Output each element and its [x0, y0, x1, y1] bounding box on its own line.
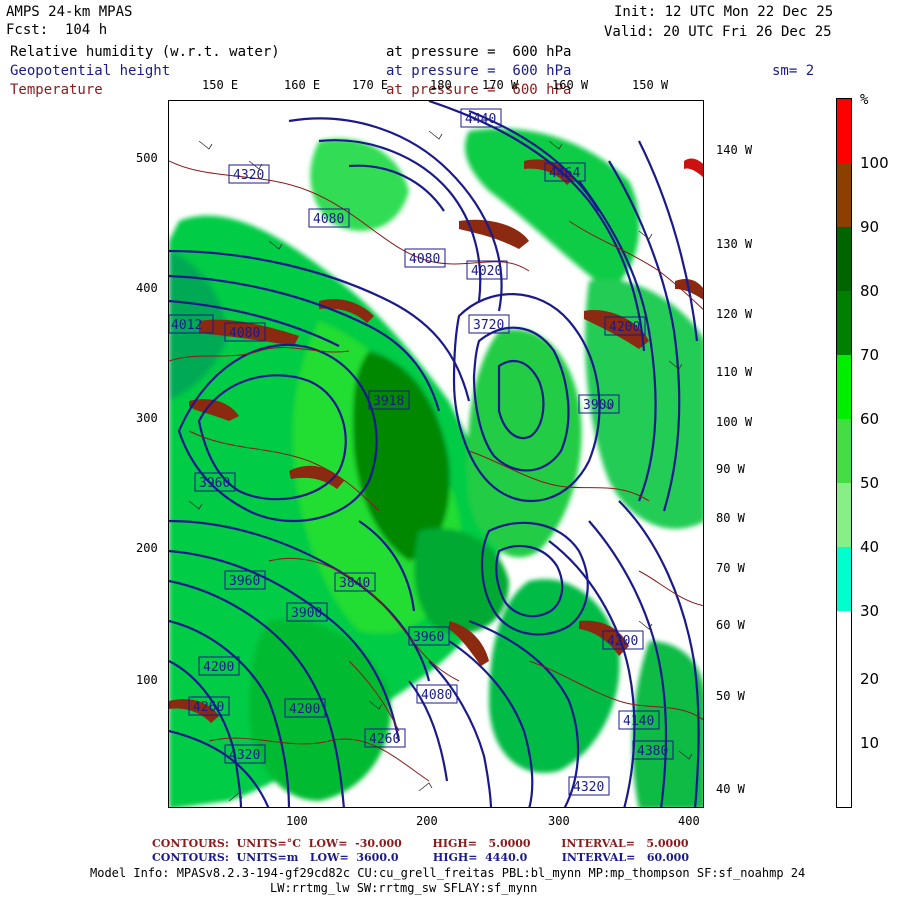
lon-label-right: 40 W	[716, 782, 745, 796]
height-label: 4200	[203, 660, 234, 675]
height-contour-info: CONTOURS: UNITS=m LOW= 3600.0 HIGH= 4440…	[152, 851, 689, 864]
lon-label-right: 90 W	[716, 462, 745, 476]
forecast-hour: Fcst: 104 h	[6, 22, 108, 38]
lon-label-top: 160 W	[552, 78, 589, 92]
height-label: 4080	[313, 212, 344, 227]
lon-label-right: 110 W	[716, 365, 753, 379]
height-label: 4320	[573, 780, 604, 795]
map-field-layer: 4320 4080 4080 4020 4012 4080 3720 3918 …	[169, 101, 703, 807]
colorbar-segment	[837, 611, 851, 807]
colorbar-label: 30	[860, 602, 880, 620]
lon-label-right: 60 W	[716, 618, 745, 632]
lon-label-right: 50 W	[716, 689, 745, 703]
height-label: 4440	[465, 112, 496, 127]
model-info-line1: Model Info: MPASv8.2.3-194-gf29cd82c CU:…	[90, 866, 806, 880]
colorbar-label: 40	[860, 538, 880, 556]
field-height-name: Geopotential height	[10, 63, 171, 79]
lon-label-right: 130 W	[716, 237, 753, 251]
height-label: 4260	[193, 700, 224, 715]
field-height-level: at pressure = 600 hPa	[386, 63, 572, 79]
x-tick: 400	[678, 814, 700, 828]
height-label: 3960	[413, 630, 444, 645]
height-label: 4020	[471, 264, 502, 279]
height-label: 3720	[473, 318, 504, 333]
colorbar-label: 60	[860, 410, 880, 428]
height-label: 4380	[637, 744, 668, 759]
colorbar-unit: %	[860, 92, 869, 108]
map-panel: 4320 4080 4080 4020 4012 4080 3720 3918 …	[168, 100, 704, 808]
colorbar-segment	[837, 355, 851, 419]
lon-label-top: 180	[430, 78, 452, 92]
height-label: 4080	[421, 688, 452, 703]
lon-label-right: 70 W	[716, 561, 745, 575]
height-label: 3900	[291, 606, 322, 621]
colorbar-label: 50	[860, 474, 880, 492]
lon-label-top: 170 W	[482, 78, 519, 92]
height-label: 3840	[339, 576, 370, 591]
model-title: AMPS 24-km MPAS	[6, 4, 133, 20]
rh-shading	[169, 128, 703, 807]
y-tick: 400	[136, 281, 158, 295]
lon-label-right: 120 W	[716, 307, 753, 321]
init-time: Init: 12 UTC Mon 22 Dec 25	[614, 4, 834, 20]
height-label: 4080	[229, 326, 260, 341]
colorbar-segment	[837, 291, 851, 355]
height-label: 4464	[549, 166, 580, 181]
x-tick: 200	[416, 814, 438, 828]
height-label: 3900	[583, 398, 614, 413]
colorbar-label: 80	[860, 282, 880, 300]
lon-label-right: 100 W	[716, 415, 753, 429]
temperature-contour-info: CONTOURS: UNITS=°C LOW= -30.000 HIGH= 5.…	[152, 837, 689, 850]
colorbar-label: 100	[860, 154, 889, 172]
colorbar-segment	[837, 99, 851, 163]
model-info-line2: LW:rrtmg_lw SW:rrtmg_sw SFLAY:sf_mynn	[270, 881, 538, 895]
colorbar-label: 90	[860, 218, 880, 236]
y-tick: 500	[136, 151, 158, 165]
valid-time: Valid: 20 UTC Fri 26 Dec 25	[604, 24, 832, 40]
smoothing-label: sm= 2	[772, 63, 815, 79]
height-label: 4260	[369, 732, 400, 747]
height-label: 3960	[229, 574, 260, 589]
height-label: 4140	[623, 714, 654, 729]
field-temp-name: Temperature	[10, 82, 103, 98]
colorbar-label: 70	[860, 346, 880, 364]
field-temp-level: at pressure = 600 hPa	[386, 82, 572, 98]
height-label: 4320	[229, 748, 260, 763]
y-tick: 200	[136, 541, 158, 555]
lon-label-top: 150 E	[202, 78, 239, 92]
lon-label-right: 80 W	[716, 511, 745, 525]
height-label: 4200	[609, 320, 640, 335]
y-tick: 300	[136, 411, 158, 425]
x-tick: 300	[548, 814, 570, 828]
colorbar-segment	[837, 419, 851, 483]
colorbar-segment	[837, 483, 851, 547]
colorbar-segment	[837, 227, 851, 291]
x-tick: 100	[286, 814, 308, 828]
field-rh-level: at pressure = 600 hPa	[386, 44, 572, 60]
lon-label-right: 140 W	[716, 143, 753, 157]
lon-label-top: 160 E	[284, 78, 321, 92]
field-rh-name: Relative humidity (w.r.t. water)	[10, 44, 280, 60]
colorbar-label: 20	[860, 670, 880, 688]
colorbar-segment	[837, 163, 851, 227]
rh-colorbar	[836, 98, 852, 808]
height-label: 3960	[199, 476, 230, 491]
colorbar-segment	[837, 547, 851, 611]
height-label: 4320	[233, 168, 264, 183]
height-label: 4200	[289, 702, 320, 717]
lon-label-top: 150 W	[632, 78, 669, 92]
height-label: 4200	[607, 634, 638, 649]
height-label: 3918	[373, 394, 404, 409]
lon-label-top: 170 E	[352, 78, 389, 92]
height-label: 4080	[409, 252, 440, 267]
height-label: 4012	[171, 318, 202, 333]
colorbar-label: 10	[860, 734, 880, 752]
y-tick: 100	[136, 673, 158, 687]
